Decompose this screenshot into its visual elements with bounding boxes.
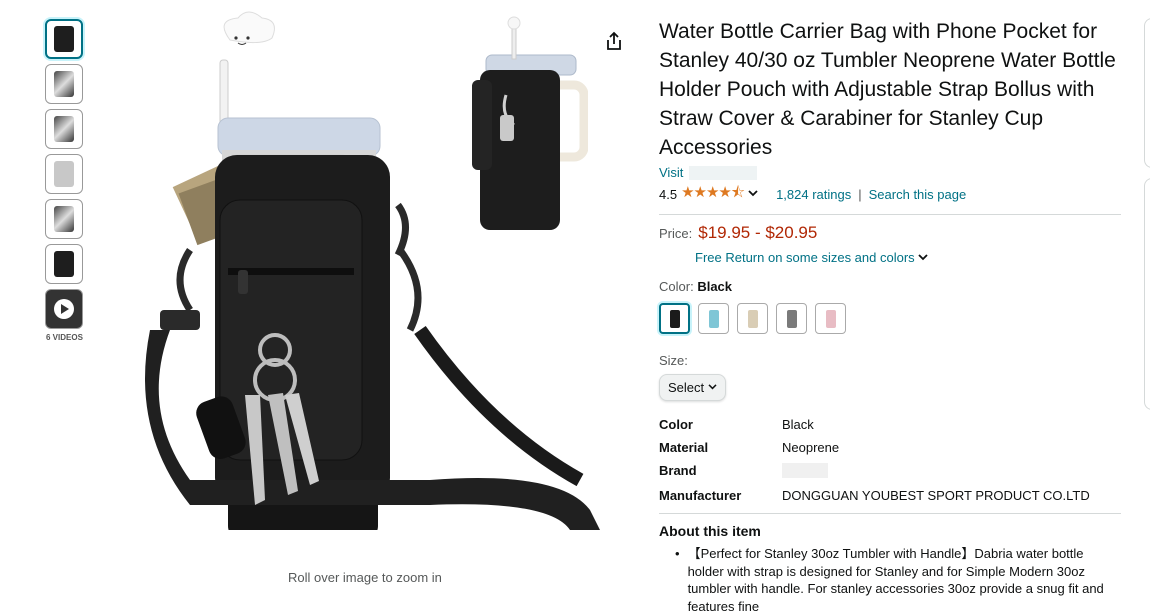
redacted-brand bbox=[689, 165, 758, 180]
chevron-down-icon bbox=[918, 254, 928, 261]
rating-value: 4.5 bbox=[659, 187, 678, 202]
product-title: Water Bottle Carrier Bag with Phone Pock… bbox=[659, 20, 1116, 159]
thumbnail-image bbox=[54, 206, 74, 232]
specs-table: Color Black Material Neoprene Brand Manu… bbox=[659, 417, 1090, 511]
ratings-link[interactable]: 1,824 ratings bbox=[776, 187, 851, 202]
spec-key: Brand bbox=[659, 463, 697, 478]
about-bullet-text: 【Perfect for Stanley 30oz Tumbler with H… bbox=[687, 546, 1104, 614]
swatch-pink[interactable] bbox=[815, 303, 846, 334]
separator: | bbox=[858, 187, 862, 202]
share-icon[interactable] bbox=[603, 30, 625, 52]
thumbnail-image bbox=[54, 251, 74, 277]
thumbnail-2[interactable] bbox=[45, 64, 83, 104]
side-panel-edge bbox=[1144, 178, 1150, 410]
secondary-product-image[interactable] bbox=[468, 15, 588, 240]
swatch-beige[interactable] bbox=[737, 303, 768, 334]
thumbnail-6[interactable] bbox=[45, 244, 83, 284]
spec-row: Color Black bbox=[659, 417, 1090, 440]
swatch-gray[interactable] bbox=[776, 303, 807, 334]
visit-store-link[interactable]: Visit bbox=[659, 165, 1121, 180]
thumbnail-list: 6 VIDEOS bbox=[45, 19, 87, 342]
price-row: Price: $19.95 - $20.95 bbox=[659, 223, 1121, 243]
swatch-image bbox=[708, 309, 719, 328]
size-label: Size: bbox=[659, 353, 688, 368]
redacted-brand bbox=[782, 463, 828, 478]
thumbnail-4[interactable] bbox=[45, 154, 83, 194]
swatch-image bbox=[825, 309, 836, 328]
divider bbox=[659, 214, 1121, 215]
spec-row: Manufacturer DONGGUAN YOUBEST SPORT PROD… bbox=[659, 488, 1090, 511]
spec-key: Color bbox=[659, 417, 693, 432]
play-icon bbox=[54, 299, 74, 319]
spec-value: Neoprene bbox=[782, 440, 840, 455]
chevron-down-icon[interactable] bbox=[748, 189, 758, 201]
color-swatches bbox=[659, 303, 1121, 334]
bullet-dot: • bbox=[675, 546, 680, 561]
size-select-value: Select bbox=[668, 380, 705, 395]
divider bbox=[659, 513, 1121, 514]
about-heading: About this item bbox=[659, 523, 761, 539]
thumbnail-image bbox=[54, 26, 74, 52]
search-page-link[interactable]: Search this page bbox=[869, 187, 967, 202]
videos-count-label: 6 VIDEOS bbox=[46, 333, 83, 342]
visit-label: Visit bbox=[659, 165, 684, 180]
spec-key: Manufacturer bbox=[659, 488, 742, 503]
spec-value bbox=[782, 463, 1090, 488]
swatch-image bbox=[747, 309, 758, 328]
size-select-dropdown[interactable]: Select bbox=[659, 374, 727, 401]
color-label-text: Color: bbox=[659, 279, 694, 294]
star-rating[interactable]: ★★★★⯪ bbox=[681, 182, 745, 207]
video-thumbnail[interactable] bbox=[45, 289, 83, 329]
chevron-down-icon bbox=[708, 384, 717, 390]
side-panel-edge bbox=[1144, 18, 1150, 168]
about-bullet: • 【Perfect for Stanley 30oz Tumbler with… bbox=[675, 545, 1121, 615]
spec-value: DONGGUAN YOUBEST SPORT PRODUCT CO.LTD bbox=[782, 488, 1090, 503]
spec-row: Material Neoprene bbox=[659, 440, 1090, 463]
thumbnail-3[interactable] bbox=[45, 109, 83, 149]
price-range: $19.95 - $20.95 bbox=[698, 223, 818, 242]
zoom-hint: Roll over image to zoom in bbox=[288, 570, 442, 585]
thumbnail-image bbox=[54, 116, 74, 142]
free-return-link[interactable]: Free Return on some sizes and colors bbox=[695, 250, 1121, 265]
free-return-text: Free Return on some sizes and colors bbox=[695, 250, 915, 265]
thumbnail-1[interactable] bbox=[45, 19, 83, 59]
spec-key: Material bbox=[659, 440, 709, 455]
thumbnail-image bbox=[54, 161, 74, 187]
spec-row: Brand bbox=[659, 463, 1090, 488]
swatch-blue[interactable] bbox=[698, 303, 729, 334]
product-details: Water Bottle Carrier Bag with Phone Pock… bbox=[659, 17, 1121, 615]
price-label: Price: bbox=[659, 226, 693, 241]
rating-row: 4.5 ★★★★⯪ 1,824 ratings | Search this pa… bbox=[659, 182, 1121, 207]
thumbnail-5[interactable] bbox=[45, 199, 83, 239]
thumbnail-image bbox=[54, 71, 74, 97]
spec-value: Black bbox=[782, 417, 814, 432]
color-label: Color: Black bbox=[659, 279, 1121, 294]
swatch-image bbox=[669, 309, 680, 328]
swatch-black[interactable] bbox=[659, 303, 690, 334]
selected-color: Black bbox=[697, 279, 733, 294]
swatch-image bbox=[786, 309, 797, 328]
